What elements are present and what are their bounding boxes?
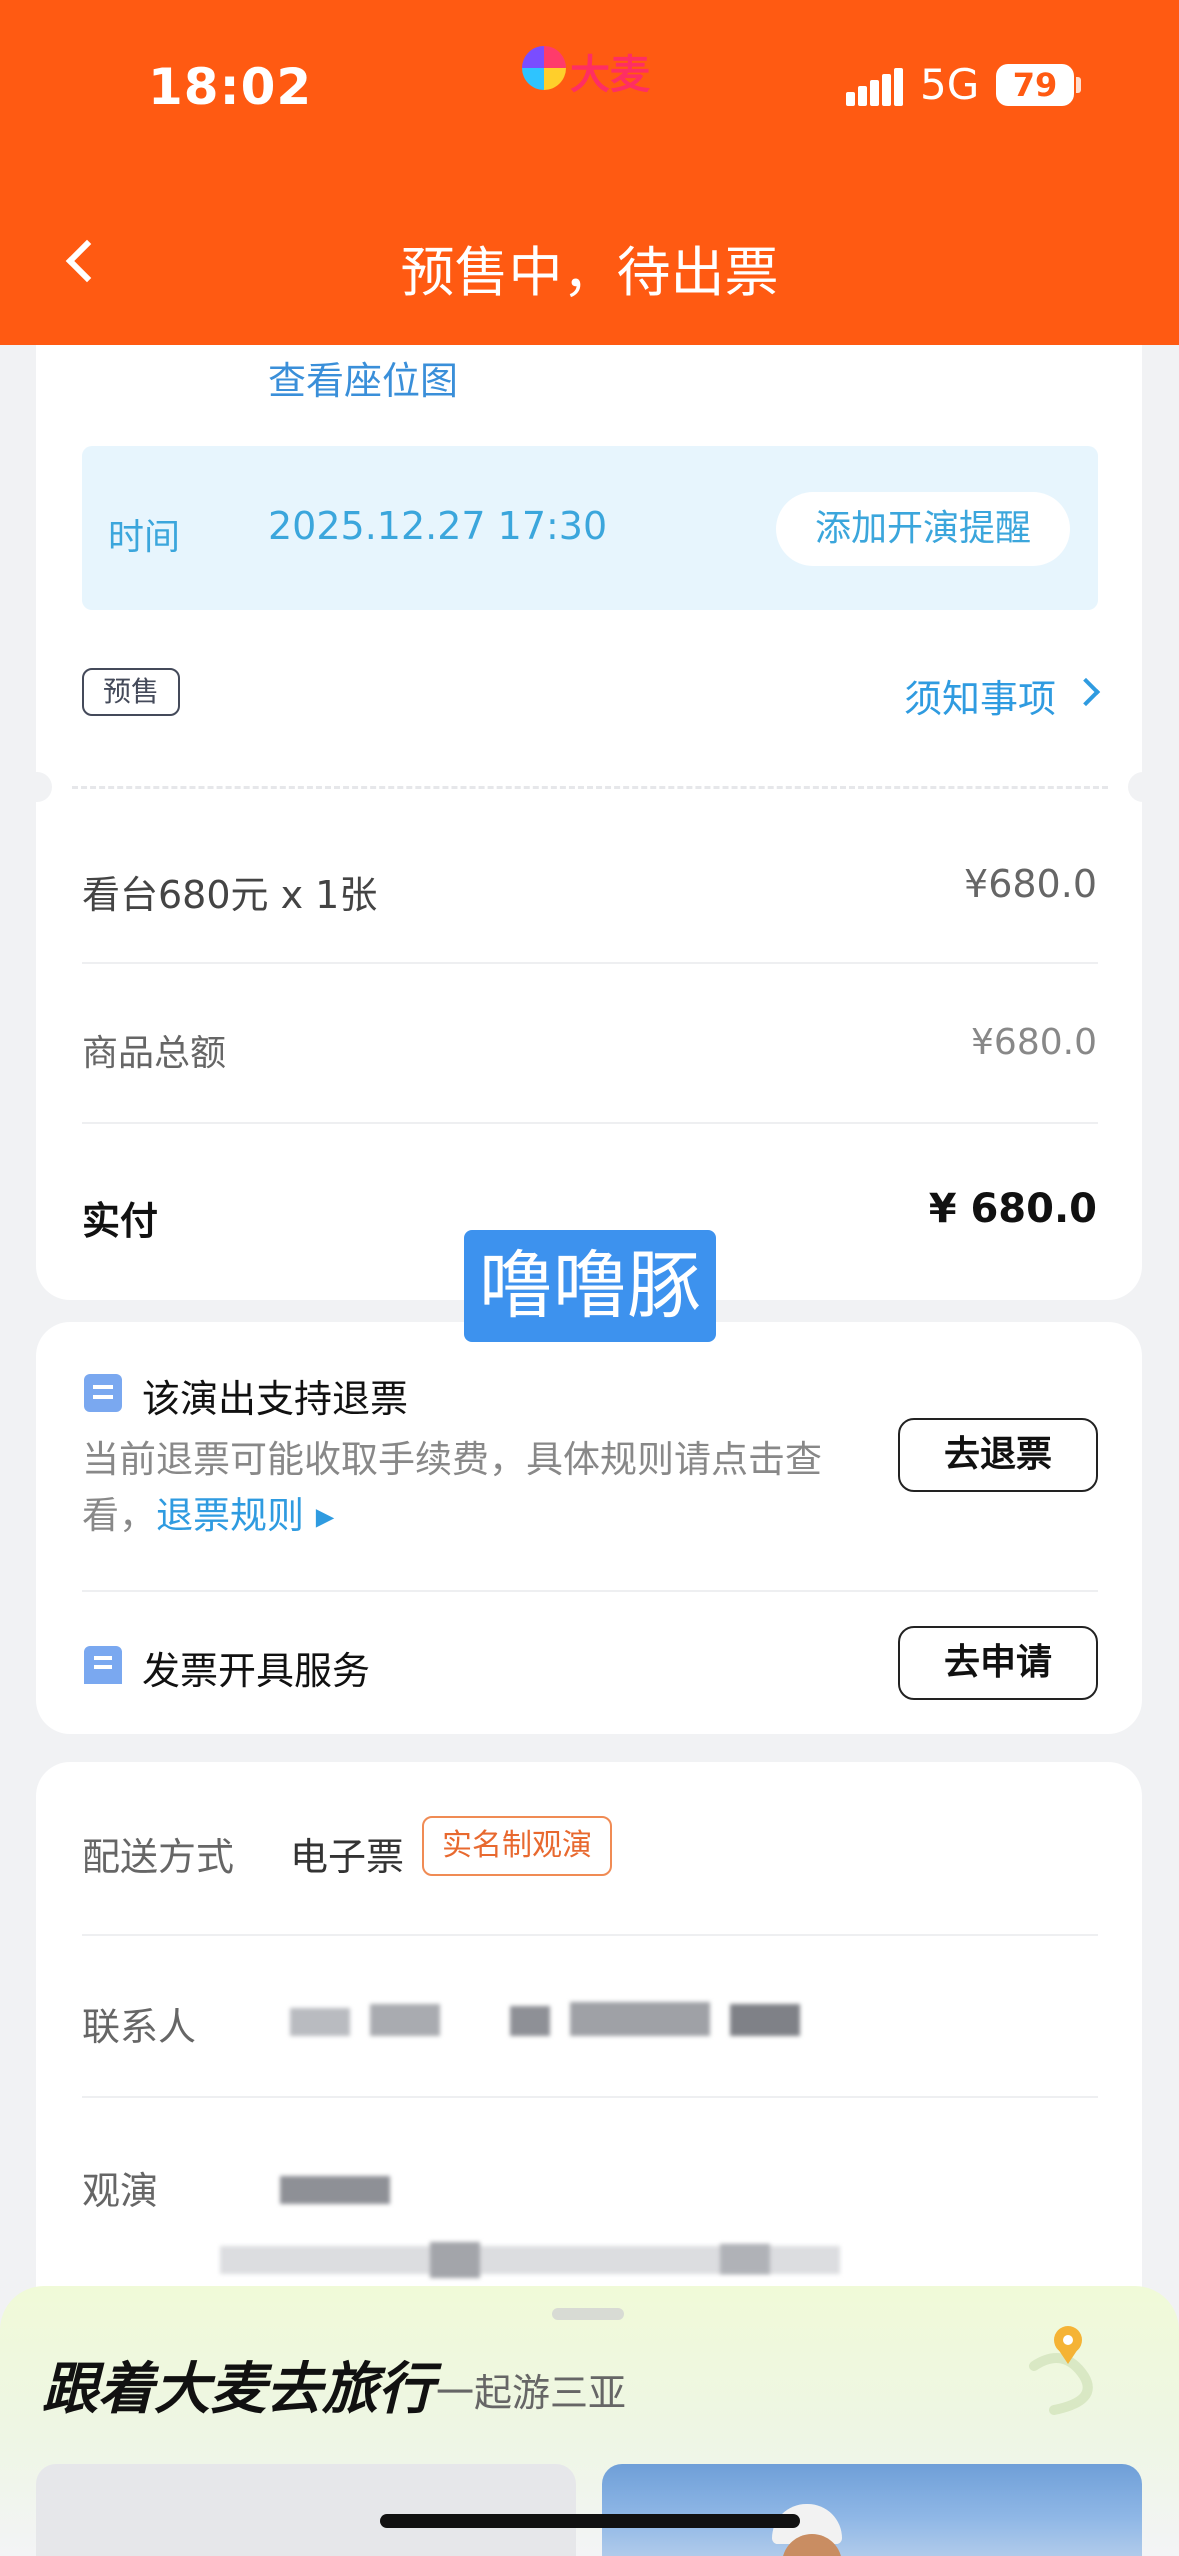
battery-cap <box>1076 77 1081 93</box>
battery-icon: 79 <box>996 64 1074 106</box>
refund-rules-link[interactable]: 退票规则 ▸ <box>156 1494 334 1537</box>
damai-logo-icon <box>522 46 566 90</box>
divider <box>82 962 1098 964</box>
refund-button[interactable]: 去退票 <box>898 1418 1098 1492</box>
damai-logo-text: 大麦 <box>570 52 650 98</box>
divider <box>82 1590 1098 1592</box>
time-value: 2025.12.27 17:30 <box>268 504 608 548</box>
location-pin-icon <box>1029 2326 1093 2415</box>
home-indicator[interactable] <box>380 2514 800 2528</box>
divider <box>82 2096 1098 2098</box>
divider <box>82 1122 1098 1124</box>
time-label: 时间 <box>108 517 181 558</box>
paid-label: 实付 <box>82 1199 159 1243</box>
add-reminder-button[interactable]: 添加开演提醒 <box>776 492 1070 566</box>
invoice-icon <box>84 1646 122 1684</box>
contact-value-redacted <box>290 1998 820 2040</box>
ticket-notch-left <box>22 772 52 802</box>
invoice-title: 发票开具服务 <box>142 1649 371 1693</box>
signal-icon <box>846 68 903 106</box>
notice-link[interactable]: 须知事项 <box>904 668 1056 723</box>
ticket-item-label: 看台680元 x 1张 <box>82 873 378 917</box>
paid-value: ¥ 680.0 <box>928 1186 1097 1232</box>
apply-invoice-button[interactable]: 去申请 <box>898 1626 1098 1700</box>
subtotal-value: ¥680.0 <box>971 1022 1097 1063</box>
viewer-id-redacted <box>220 2240 840 2280</box>
delivery-method-label: 配送方式 <box>82 1835 235 1879</box>
viewer-label: 观演 <box>82 2169 159 2213</box>
promo-subtitle: 一起游三亚 <box>436 2371 627 2415</box>
delivery-method-value: 电子票 <box>290 1835 405 1879</box>
refund-description: 当前退票可能收取手续费，具体规则请点击查看，退票规则 ▸ <box>82 1432 882 1544</box>
promo-card-right[interactable] <box>602 2464 1142 2556</box>
promo-card-left[interactable] <box>36 2464 576 2556</box>
watermark-badge: 噜噜豚 <box>464 1230 716 1342</box>
presale-badge: 预售 <box>82 668 180 716</box>
status-time: 18:02 <box>148 58 313 116</box>
refund-icon <box>84 1374 122 1412</box>
promo-title: 跟着大麦去旅行 <box>42 2356 434 2422</box>
ticket-notch-right <box>1128 772 1158 802</box>
ticket-item-price: ¥680.0 <box>964 862 1097 906</box>
subtotal-label: 商品总额 <box>82 1033 227 1074</box>
refund-title: 该演出支持退票 <box>142 1377 409 1421</box>
contact-label: 联系人 <box>82 2005 197 2049</box>
sheet-drag-handle[interactable] <box>552 2308 624 2320</box>
ticket-divider <box>72 786 1108 789</box>
page-title: 预售中，待出票 <box>400 241 779 304</box>
divider <box>82 1934 1098 1936</box>
damai-logo: 大麦 <box>522 42 662 98</box>
viewer-value-redacted <box>280 2166 420 2206</box>
network-type: 5G <box>920 60 980 109</box>
realname-tag: 实名制观演 <box>422 1816 612 1876</box>
seat-map-link[interactable]: 查看座位图 <box>268 350 458 405</box>
